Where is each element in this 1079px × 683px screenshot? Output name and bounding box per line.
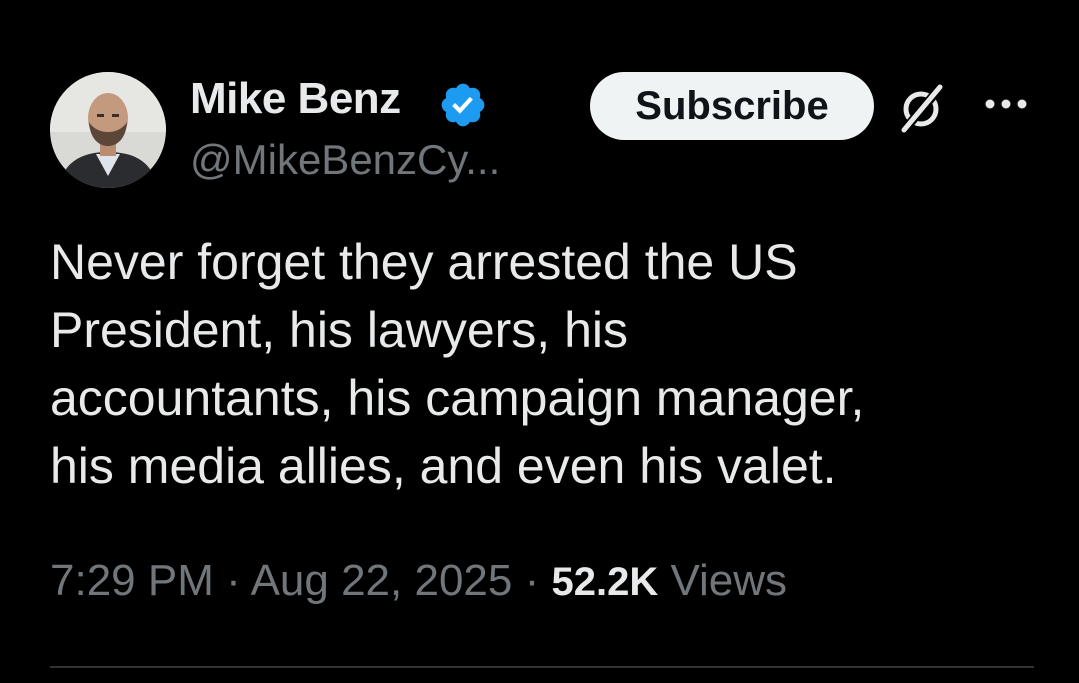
tweet-text-line: President, his lawyers, his [50, 302, 629, 358]
tweet-text-line: accountants, his campaign manager, [50, 370, 865, 426]
subscribe-button[interactable]: Subscribe [590, 72, 874, 140]
avatar-image [50, 72, 166, 188]
avatar[interactable] [50, 72, 166, 188]
tweet-text-line: his media allies, and even his valet. [50, 438, 837, 494]
meta-separator: · [512, 556, 552, 605]
tweet-time[interactable]: 7:29 PM [50, 556, 214, 605]
divider [50, 666, 1034, 668]
views-count[interactable]: 52.2K [551, 560, 658, 604]
tweet-text: Never forget they arrested the US Presid… [50, 228, 1040, 500]
views-label: Views [670, 556, 788, 605]
more-horizontal-icon[interactable] [982, 94, 1030, 114]
tweet-date[interactable]: Aug 22, 2025 [251, 556, 513, 605]
display-name[interactable]: Mike Benz [190, 74, 401, 124]
tweet-meta: 7:29 PM · Aug 22, 2025 · 52.2K Views [50, 556, 787, 606]
tweet-text-line: Never forget they arrested the US [50, 234, 798, 290]
meta-separator: · [213, 556, 251, 605]
grok-icon[interactable] [892, 78, 952, 138]
verified-badge-icon[interactable] [438, 80, 488, 130]
author-handle[interactable]: @MikeBenzCy... [190, 136, 500, 184]
